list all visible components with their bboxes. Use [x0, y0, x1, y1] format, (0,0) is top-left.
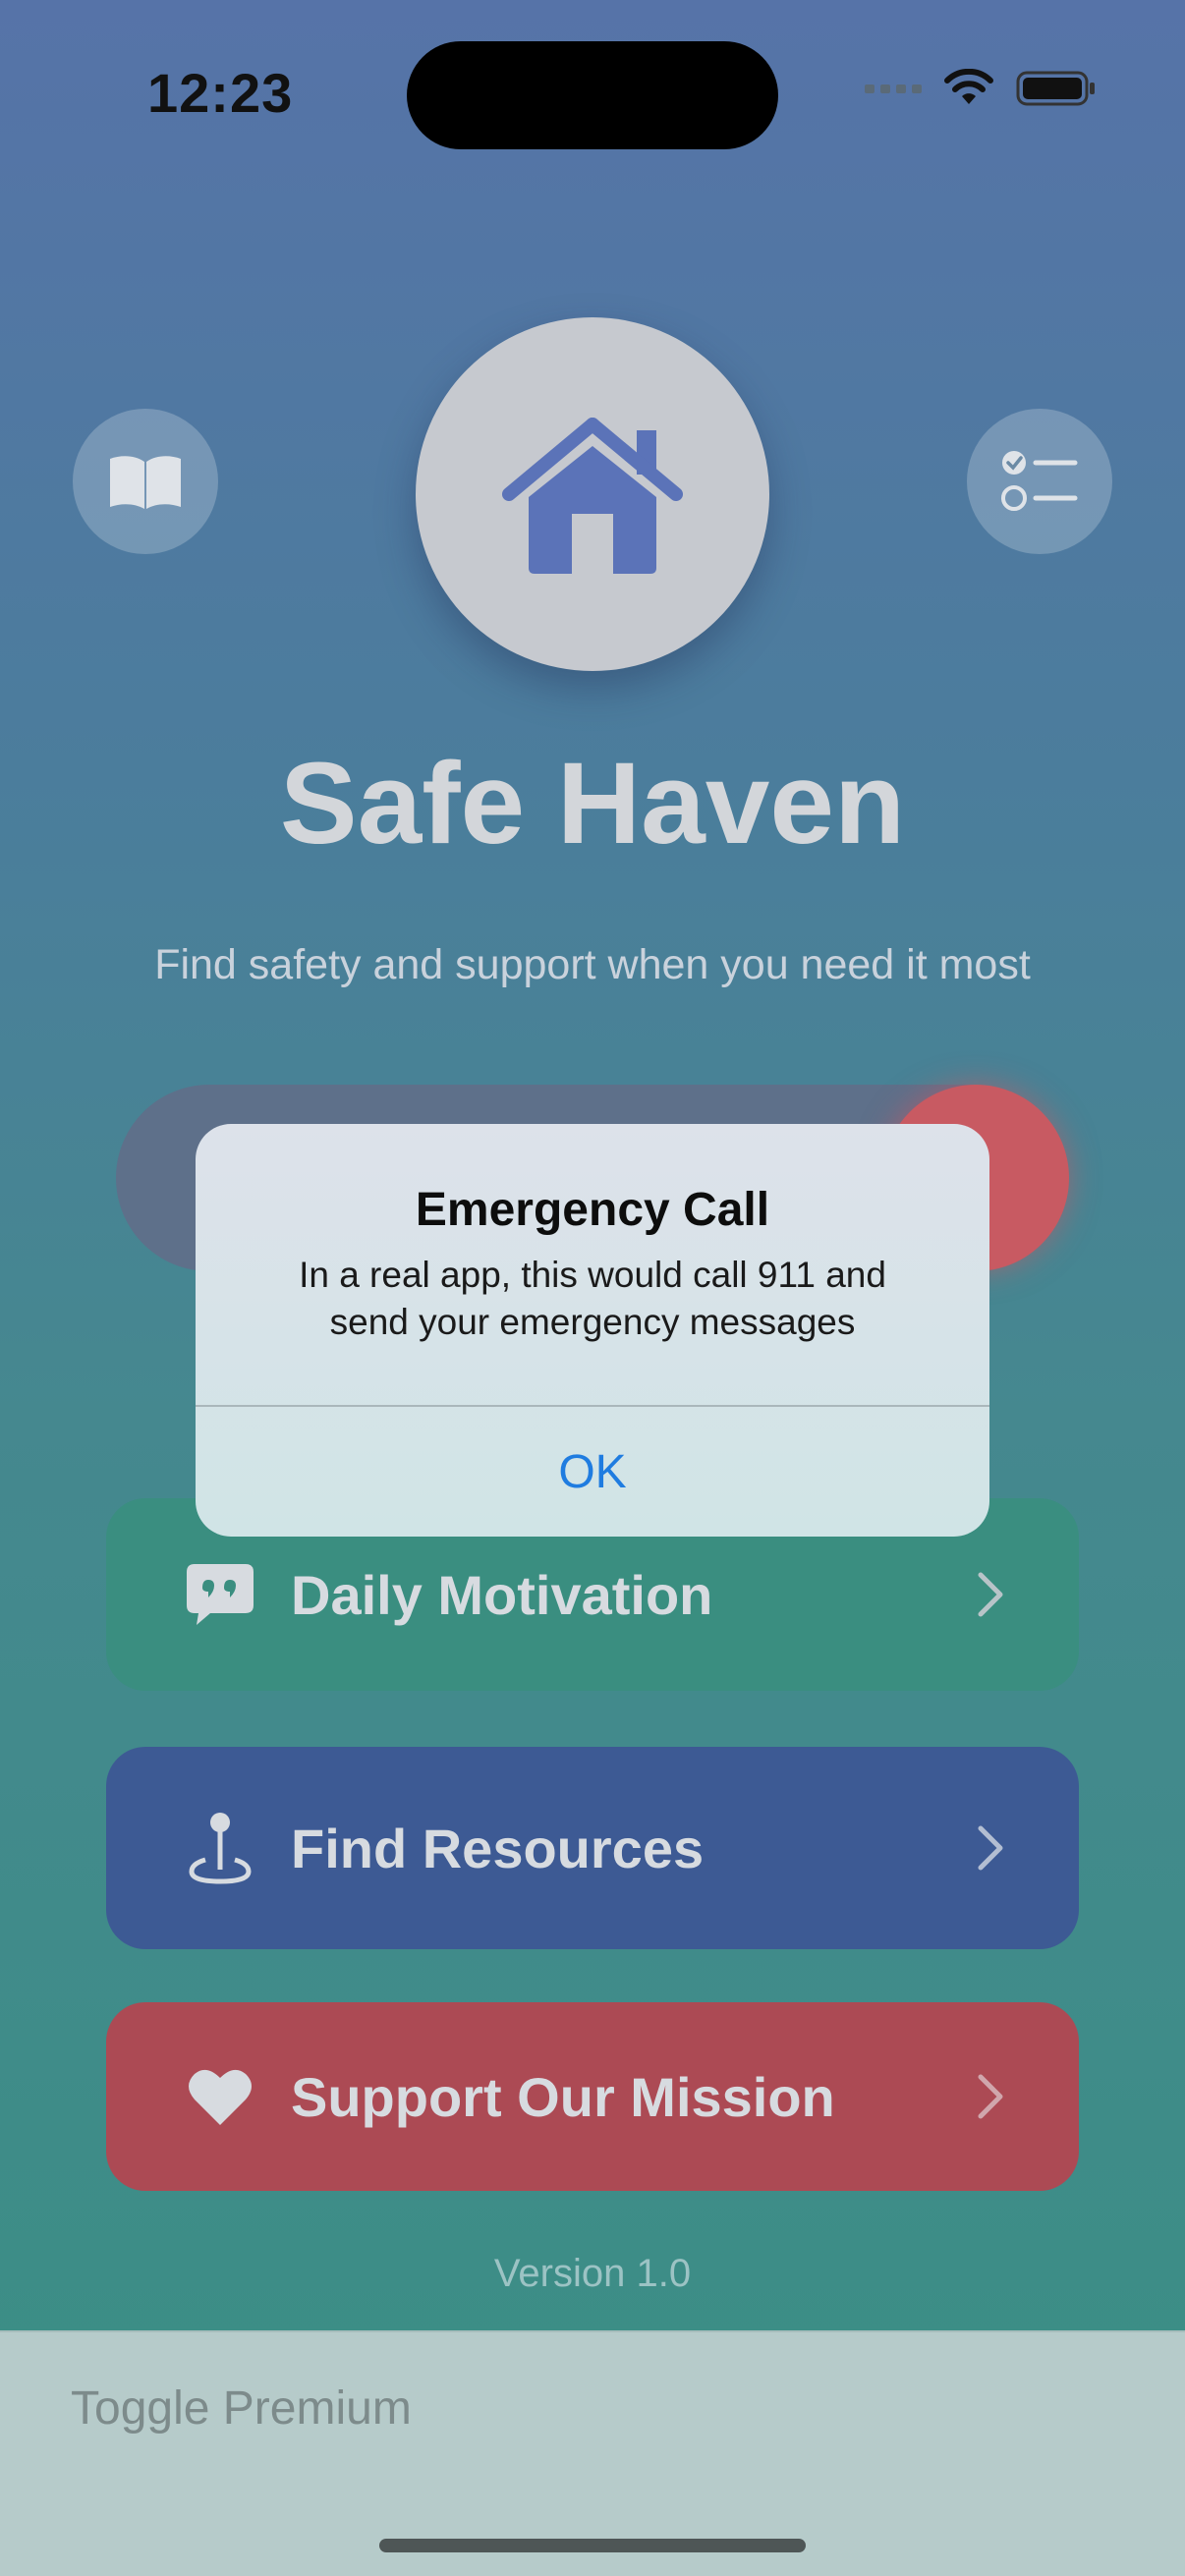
book-icon [110, 456, 181, 509]
toggle-premium-button[interactable]: Toggle Premium [71, 2381, 412, 2436]
tagline: Find safety and support when you need it… [154, 941, 1031, 988]
location-pin-icon [185, 1813, 255, 1884]
chevron-right-icon [971, 1819, 1010, 1877]
status-time: 12:23 [147, 62, 294, 124]
version-label: Version 1.0 [493, 2252, 692, 2295]
support-mission-label: Support Our Mission [291, 2065, 835, 2128]
checklist-button[interactable] [967, 409, 1112, 554]
quote-bubble-icon [185, 1559, 255, 1630]
emergency-call-alert: Emergency Call In a real app, this would… [196, 1124, 989, 1537]
app-logo [416, 317, 769, 671]
dynamic-island [407, 41, 778, 149]
status-icons [865, 69, 1097, 108]
bottom-toolbar: Toggle Premium [0, 2330, 1185, 2576]
find-resources-label: Find Resources [291, 1817, 705, 1879]
battery-icon [1016, 71, 1095, 106]
toolbar-divider [0, 2330, 1185, 2332]
app-screen: 12:23 Safe Haven Find safety and support… [0, 0, 1185, 2576]
alert-ok-button[interactable]: OK [196, 1407, 989, 1537]
support-mission-button[interactable]: Support Our Mission [106, 2002, 1079, 2191]
find-resources-button[interactable]: Find Resources [106, 1747, 1079, 1949]
alert-message: In a real app, this would call 911 and s… [299, 1255, 886, 1342]
house-icon [502, 418, 683, 574]
wifi-icon [944, 69, 993, 104]
heart-icon [185, 2061, 255, 2132]
alert-title: Emergency Call [415, 1184, 770, 1236]
home-indicator[interactable] [379, 2539, 806, 2552]
app-title: Safe Haven [279, 739, 906, 868]
checklist-icon [1001, 451, 1078, 511]
daily-motivation-label: Daily Motivation [291, 1563, 713, 1626]
guide-button[interactable] [73, 409, 218, 554]
chevron-right-icon [971, 1565, 1010, 1624]
chevron-right-icon [971, 2067, 1010, 2126]
cellular-signal-icon [865, 84, 922, 93]
